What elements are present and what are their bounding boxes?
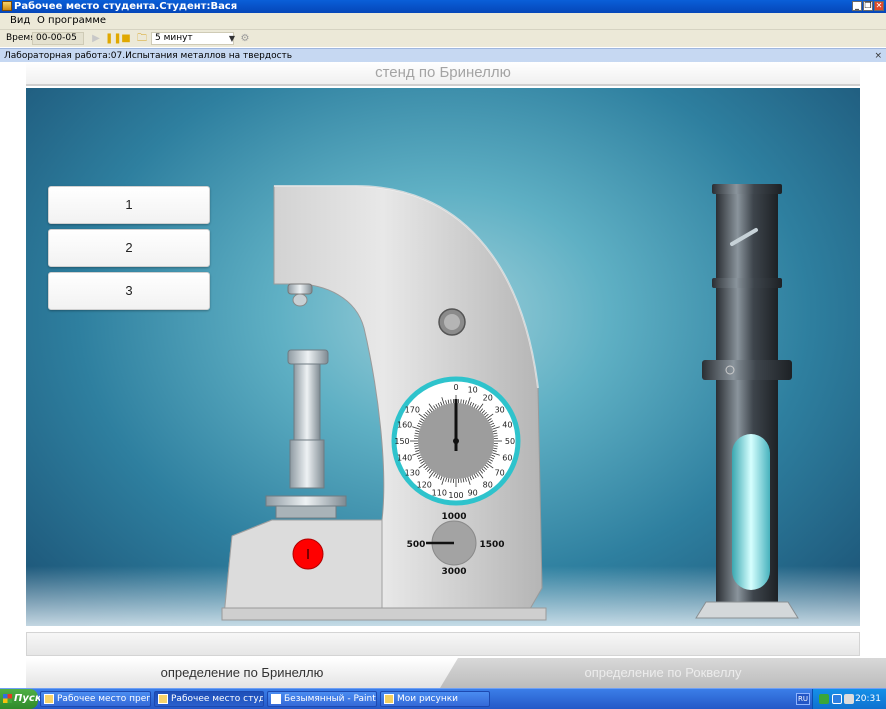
restore-button[interactable]: ❐ [863,1,873,11]
task-label: Рабочее место препода... [57,694,150,704]
paint-icon [271,694,281,704]
pause-icon[interactable]: ❚❚ [105,33,122,44]
dial-tick-label: 50 [505,437,515,446]
lab-close-icon[interactable]: × [874,50,882,62]
tab-brinell-label: определение по Бринеллю [160,665,324,680]
stand-header: стенд по Бринеллю [26,62,860,86]
dial-tick [414,435,419,437]
start-button[interactable]: Пуск [0,689,42,709]
dial-tick-label: 100 [448,491,463,500]
minimize-button[interactable]: _ [852,1,862,11]
app-icon [158,694,168,704]
network-icon[interactable] [819,694,829,704]
dial-tick-label: 150 [394,437,409,446]
shield-icon[interactable] [844,694,854,704]
duration-select[interactable]: 5 минут [151,32,234,45]
windows-logo-icon [3,694,12,703]
result-bar [26,632,860,656]
time-value: 00-00-05 [32,32,84,45]
lab-title: Лабораторная работа:07.Испытания металло… [4,51,293,61]
dial-tick-label: 30 [495,405,505,414]
settings-icon[interactable]: ⚙ [239,33,251,44]
tester-illustration: 0 102030405060708090100110120130140150160… [221,184,799,621]
tab-brinell[interactable]: определение по Бринеллю [26,658,458,688]
task-pictures[interactable]: Мои рисунки [380,691,490,707]
start-label: Пуск [14,693,42,704]
load-option-1000: 1000 [441,512,466,522]
system-tray: 20:31 [812,689,886,709]
dial-tick-label: 60 [502,454,512,463]
dial-tick-label: 70 [495,469,505,478]
dial-tick [493,435,498,437]
dial-tick-label: 120 [417,481,432,490]
menu-bar: Вид О программе [0,13,886,29]
dial-tick-label: 130 [405,469,420,478]
dial-tick-label: 10 [468,386,478,395]
window-title-bar: Рабочее место студента.Студент:Вася _ ❐ … [0,0,886,13]
stop-icon[interactable]: ■ [120,33,132,44]
dial-tick-label: 140 [397,454,412,463]
column-glass-window [732,434,770,590]
tab-rockwell[interactable]: определение по Роквеллу [440,658,886,688]
dial-tick-label: 110 [432,488,447,497]
task-label: Безымянный - Paint [284,694,376,704]
dial-tick-label: 80 [483,481,493,490]
monitor-icon[interactable] [832,694,842,704]
dial-tick-label: 0 [453,383,458,392]
close-button[interactable]: ✕ [874,1,884,11]
app-icon [44,694,54,704]
toolbar: Время 00-00-05 ▶ ❚❚ ■ 🗀 5 минут ▼ ⚙ [0,29,886,47]
app-icon [2,1,12,11]
dial-tick-label: 20 [483,393,493,402]
dial-tick [493,445,498,447]
dial-tick-label: 90 [468,488,478,497]
lab-title-bar: Лабораторная работа:07.Испытания металло… [0,48,886,62]
dial-tick-label: 40 [502,420,512,429]
task-student[interactable]: Рабочее место студ... [154,691,264,707]
menu-about[interactable]: О программе [37,15,106,27]
language-indicator[interactable]: RU [796,693,810,705]
clock: 20:31 [855,694,881,704]
task-label: Рабочее место студ... [171,694,264,704]
hardness-dial: 0 102030405060708090100110120130140150160… [391,376,521,506]
load-option-1500: 1500 [479,540,504,550]
load-option-3000: 3000 [441,567,466,577]
folder-icon[interactable]: 🗀 [136,33,148,44]
task-teacher[interactable]: Рабочее место препода... [40,691,151,707]
window-title: Рабочее место студента.Студент:Вася [14,1,238,12]
dial-tick [460,399,462,404]
task-label: Мои рисунки [397,694,458,704]
play-icon[interactable]: ▶ [90,33,102,44]
brinell-stand: 1 2 3 0 10 20 30 40 50 60 70 80 90 100 1… [26,88,860,626]
measuring-column [695,184,799,619]
dial-tick [450,478,452,483]
load-option-500: 500 [407,540,426,550]
tab-rockwell-label: определение по Роквеллу [584,665,742,680]
dial-tick-label: 170 [405,405,420,414]
dial-tick [460,478,462,483]
dial-tick [450,399,452,404]
menu-view[interactable]: Вид [10,15,30,27]
dial-tick-label: 160 [397,420,412,429]
task-paint[interactable]: Безымянный - Paint [267,691,377,707]
folder-icon [384,694,394,704]
workspace: стенд по Бринеллю 1 2 3 0 10 20 30 40 50… [0,62,886,688]
stand-title: стенд по Бринеллю [375,64,511,81]
dial-tick [414,445,419,447]
dropdown-icon[interactable]: ▼ [226,33,238,44]
taskbar: Пуск Рабочее место препода... Рабочее ме… [0,688,886,709]
